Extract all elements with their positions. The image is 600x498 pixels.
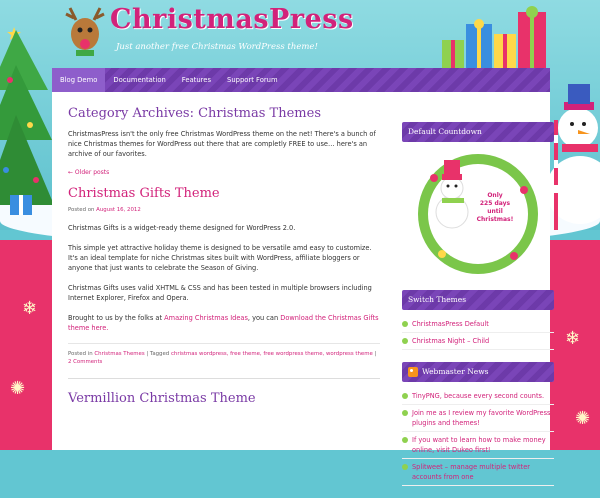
webmaster-news-label: Webmaster News	[422, 367, 489, 376]
main-content: Category Archives: Christmas Themes Chri…	[68, 106, 380, 406]
christmas-tree-icon	[0, 30, 52, 215]
snowflake-icon: ❄	[565, 328, 581, 349]
countdown-widget-title: Default Countdown	[402, 122, 554, 142]
switch-themes-title: Switch Themes	[402, 290, 554, 310]
nav-blog-demo[interactable]: Blog Demo	[52, 68, 106, 92]
countdown-wreath: Only 225 days until Christmas!	[414, 150, 542, 278]
switch-theme-item[interactable]: ChristmasPress Default	[402, 316, 554, 333]
post-title[interactable]: Christmas Gifts Theme	[68, 186, 380, 201]
archive-title: Category Archives: Christmas Themes	[68, 106, 321, 121]
countdown-line: Christmas!	[476, 216, 514, 223]
tags-links[interactable]: christmas wordpress, free theme, free wo…	[171, 351, 373, 357]
posted-in-label: Posted in	[68, 351, 93, 357]
news-item[interactable]: If you want to learn how to make money o…	[402, 432, 554, 459]
news-item[interactable]: Splitweet – manage multiple twitter acco…	[402, 459, 554, 486]
snowflake-icon: ❄	[22, 298, 38, 319]
post-divider	[68, 378, 380, 379]
countdown-text: Only 225 days until Christmas!	[472, 192, 518, 224]
snowflake-icon: ✺	[10, 378, 26, 399]
gift-boxes-icon	[442, 6, 546, 68]
post-date-link[interactable]: August 16, 2012	[96, 207, 141, 213]
page-container: Category Archives: Christmas Themes Chri…	[52, 92, 554, 486]
snowflake-icon: ✺	[575, 408, 591, 429]
webmaster-news-title: Webmaster News	[402, 362, 554, 382]
switch-theme-item[interactable]: Christmas Night – Child	[402, 333, 554, 350]
post-paragraph: Brought to us by the folks at Amazing Ch…	[68, 313, 380, 333]
comments-link[interactable]: 2 Comments	[68, 359, 102, 365]
tagged-label: | Tagged	[146, 351, 170, 357]
credit-prefix: Brought to us by the folks at	[68, 314, 163, 322]
snowman-icon	[550, 84, 600, 230]
separator: |	[374, 351, 377, 357]
sidebar: Default Countdown Only 225 days until Ch…	[402, 122, 554, 498]
post-meta: Posted on August 16, 2012	[68, 207, 380, 213]
countdown-line: until	[487, 208, 503, 215]
archive-description: ChristmasPress isn't the only free Chris…	[68, 130, 376, 158]
category-link[interactable]: Christmas Themes	[94, 351, 144, 357]
post-paragraph: Christmas Gifts uses valid XHTML & CSS a…	[68, 284, 372, 302]
nav-support-forum[interactable]: Support Forum	[219, 68, 286, 92]
reindeer-icon	[65, 7, 105, 56]
amazing-christmas-ideas-link[interactable]: Amazing Christmas Ideas	[164, 314, 248, 322]
main-navigation: Blog Demo Documentation Features Support…	[52, 68, 550, 92]
webmaster-news-list: TinyPNG, because every second counts. Jo…	[402, 388, 554, 486]
post-footer-meta: Posted in Christmas Themes | Tagged chri…	[68, 343, 380, 366]
switch-themes-list: ChristmasPress Default Christmas Night –…	[402, 316, 554, 350]
site-tagline: Just another free Christmas WordPress th…	[116, 42, 318, 52]
credit-mid: , you can	[247, 314, 279, 322]
post-paragraph: Christmas Gifts is a widget-ready theme …	[68, 224, 296, 232]
rss-icon[interactable]	[408, 367, 418, 377]
older-posts-link[interactable]: ← Older posts	[68, 169, 380, 176]
posted-on-label: Posted on	[68, 207, 95, 213]
site-title[interactable]: ChristmasPress	[110, 4, 354, 35]
news-item[interactable]: Join me as I review my favorite WordPres…	[402, 405, 554, 432]
countdown-line: Only	[487, 192, 503, 199]
nav-features[interactable]: Features	[174, 68, 219, 92]
nav-documentation[interactable]: Documentation	[105, 68, 173, 92]
countdown-days: 225 days	[479, 200, 511, 207]
post-paragraph: This simple yet attractive holiday theme…	[68, 244, 372, 272]
next-post-title[interactable]: Vermillion Christmas Theme	[68, 391, 380, 406]
news-item[interactable]: TinyPNG, because every second counts.	[402, 388, 554, 405]
